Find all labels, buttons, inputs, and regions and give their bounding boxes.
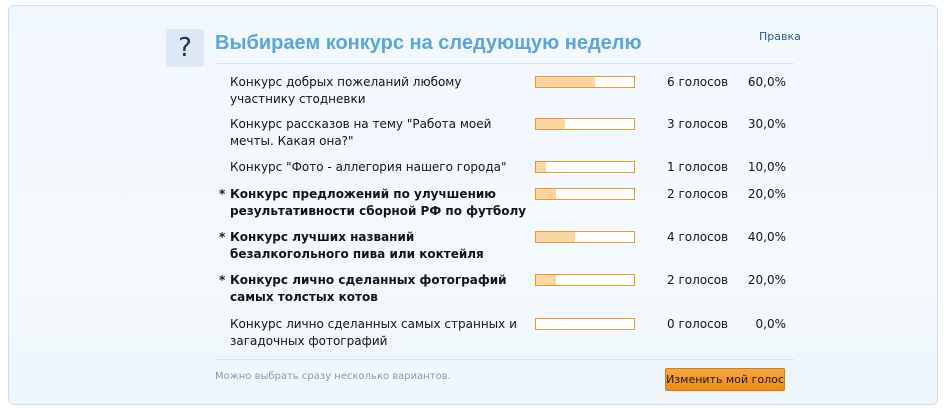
option-label: Конкурс лучших названий безалкогольного … (230, 230, 484, 261)
change-vote-button[interactable]: Изменить мой голос (665, 368, 785, 391)
option-label: Конкурс рассказов на тему "Работа моей м… (230, 117, 492, 148)
result-bar-fill (536, 189, 556, 199)
my-vote-marker: * (219, 230, 226, 244)
option-label: Конкурс лично сделанных фотографий самых… (230, 273, 507, 304)
result-bar-fill (536, 119, 566, 129)
vote-count: 3 голосов (667, 117, 729, 131)
option-label: Конкурс "Фото - аллегория нашего города" (230, 160, 507, 174)
my-vote-marker: * (219, 273, 226, 287)
footer-divider (215, 359, 794, 360)
title-divider (215, 63, 794, 64)
vote-percent: 10,0% (747, 160, 786, 174)
result-bar-fill (536, 232, 576, 242)
result-bar (535, 188, 635, 200)
result-bar (535, 274, 635, 286)
result-bar (535, 231, 635, 243)
vote-count: 2 голосов (667, 187, 729, 201)
edit-link[interactable]: Правка (759, 30, 801, 43)
question-icon: ? (166, 29, 204, 67)
result-bar-fill (536, 77, 595, 87)
result-bar (535, 318, 635, 330)
vote-count: 1 голосов (667, 160, 729, 174)
vote-percent: 20,0% (747, 187, 786, 201)
result-bar (535, 118, 635, 130)
vote-percent: 20,0% (747, 273, 786, 287)
poll-frame: ? Выбираем конкурс на следующую неделю П… (8, 5, 938, 405)
vote-percent: 60,0% (747, 75, 786, 89)
vote-percent: 30,0% (747, 117, 786, 131)
result-bar (535, 161, 635, 173)
result-bar (535, 76, 635, 88)
poll-container: ? Выбираем конкурс на следующую неделю П… (162, 23, 801, 395)
vote-count: 2 голосов (667, 273, 729, 287)
result-bar-fill (536, 162, 546, 172)
vote-percent: 40,0% (747, 230, 786, 244)
vote-percent: 0,0% (755, 317, 787, 331)
option-label: Конкурс добрых пожеланий любому участник… (230, 75, 462, 106)
option-label: Конкурс предложений по улучшению результ… (230, 187, 527, 218)
vote-count: 0 голосов (667, 317, 729, 331)
result-bar-fill (536, 275, 556, 285)
option-label: Конкурс лично сделанных самых странных и… (230, 317, 517, 348)
poll-title: Выбираем конкурс на следующую неделю (215, 32, 642, 54)
multiple-choice-hint: Можно выбрать сразу несколько вариантов. (215, 371, 451, 382)
my-vote-marker: * (219, 187, 226, 201)
vote-count: 6 голосов (667, 75, 729, 89)
vote-count: 4 голосов (667, 230, 729, 244)
